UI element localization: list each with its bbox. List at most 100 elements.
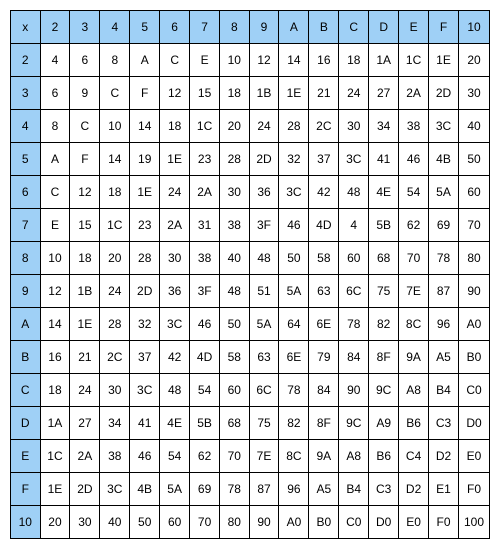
cell: 6E xyxy=(279,341,309,374)
cell: 1E xyxy=(279,77,309,110)
cell: 9A xyxy=(399,341,429,374)
cell: 14 xyxy=(100,143,130,176)
cell: 46 xyxy=(279,209,309,242)
row-header: 3 xyxy=(11,77,41,110)
row-header: C xyxy=(11,374,41,407)
cell: D2 xyxy=(429,440,459,473)
cell: 7E xyxy=(399,275,429,308)
cell: 20 xyxy=(100,242,130,275)
cell: 2C xyxy=(309,110,339,143)
cell: 50 xyxy=(220,308,250,341)
cell: 3C xyxy=(100,473,130,506)
cell: 32 xyxy=(130,308,160,341)
cell: A xyxy=(130,44,160,77)
cell: 6C xyxy=(249,374,279,407)
cell: 2C xyxy=(100,341,130,374)
cell: 38 xyxy=(399,110,429,143)
cell: 90 xyxy=(339,374,369,407)
cell: 3C xyxy=(130,374,160,407)
cell: C0 xyxy=(339,506,369,539)
cell: B6 xyxy=(399,407,429,440)
cell: 2A xyxy=(70,440,100,473)
cell: 4E xyxy=(160,407,190,440)
cell: 96 xyxy=(279,473,309,506)
row-header: 9 xyxy=(11,275,41,308)
cell: 8C xyxy=(279,440,309,473)
cell: 51 xyxy=(249,275,279,308)
cell: 24 xyxy=(70,374,100,407)
cell: 5A xyxy=(429,176,459,209)
cell: F0 xyxy=(458,473,489,506)
cell: 12 xyxy=(249,44,279,77)
col-header: 8 xyxy=(220,11,250,44)
cell: B6 xyxy=(369,440,399,473)
cell: 2D xyxy=(130,275,160,308)
cell: 68 xyxy=(220,407,250,440)
cell: 12 xyxy=(40,275,70,308)
cell: 1B xyxy=(249,77,279,110)
cell: 28 xyxy=(130,242,160,275)
col-header: 7 xyxy=(190,11,220,44)
cell: 87 xyxy=(429,275,459,308)
cell: 1E xyxy=(40,473,70,506)
cell: E xyxy=(40,209,70,242)
cell: 9A xyxy=(309,440,339,473)
row-header: A xyxy=(11,308,41,341)
cell: 18 xyxy=(220,77,250,110)
cell: 30 xyxy=(160,242,190,275)
cell: 78 xyxy=(429,242,459,275)
cell: 20 xyxy=(40,506,70,539)
cell: A0 xyxy=(279,506,309,539)
cell: E0 xyxy=(458,440,489,473)
cell: 38 xyxy=(190,242,220,275)
row-header: F xyxy=(11,473,41,506)
cell: 4 xyxy=(40,44,70,77)
cell: 87 xyxy=(249,473,279,506)
cell: A8 xyxy=(399,374,429,407)
cell: 68 xyxy=(369,242,399,275)
cell: 64 xyxy=(279,308,309,341)
cell: 96 xyxy=(429,308,459,341)
cell: 38 xyxy=(100,440,130,473)
cell: C0 xyxy=(458,374,489,407)
cell: F xyxy=(130,77,160,110)
cell: 80 xyxy=(220,506,250,539)
cell: 1E xyxy=(429,44,459,77)
cell: 31 xyxy=(190,209,220,242)
cell: 84 xyxy=(339,341,369,374)
cell: 6C xyxy=(339,275,369,308)
cell: 30 xyxy=(70,506,100,539)
cell: 58 xyxy=(309,242,339,275)
cell: 78 xyxy=(339,308,369,341)
cell: C3 xyxy=(429,407,459,440)
cell: 40 xyxy=(220,242,250,275)
row-header: 6 xyxy=(11,176,41,209)
cell: A8 xyxy=(339,440,369,473)
cell: 3C xyxy=(160,308,190,341)
cell: E1 xyxy=(429,473,459,506)
cell: 2D xyxy=(249,143,279,176)
cell: 16 xyxy=(40,341,70,374)
cell: F0 xyxy=(429,506,459,539)
cell: 24 xyxy=(339,77,369,110)
cell: C4 xyxy=(399,440,429,473)
col-header: 2 xyxy=(40,11,70,44)
cell: 9 xyxy=(70,77,100,110)
cell: 37 xyxy=(130,341,160,374)
cell: 70 xyxy=(458,209,489,242)
cell: 78 xyxy=(220,473,250,506)
cell: 4D xyxy=(190,341,220,374)
cell: 90 xyxy=(458,275,489,308)
cell: A0 xyxy=(458,308,489,341)
cell: 18 xyxy=(100,176,130,209)
cell: B0 xyxy=(458,341,489,374)
cell: 50 xyxy=(458,143,489,176)
row-header: 4 xyxy=(11,110,41,143)
cell: 63 xyxy=(249,341,279,374)
cell: 1C xyxy=(399,44,429,77)
cell: 30 xyxy=(100,374,130,407)
cell: 69 xyxy=(429,209,459,242)
cell: B0 xyxy=(309,506,339,539)
cell: D2 xyxy=(399,473,429,506)
cell: 23 xyxy=(130,209,160,242)
